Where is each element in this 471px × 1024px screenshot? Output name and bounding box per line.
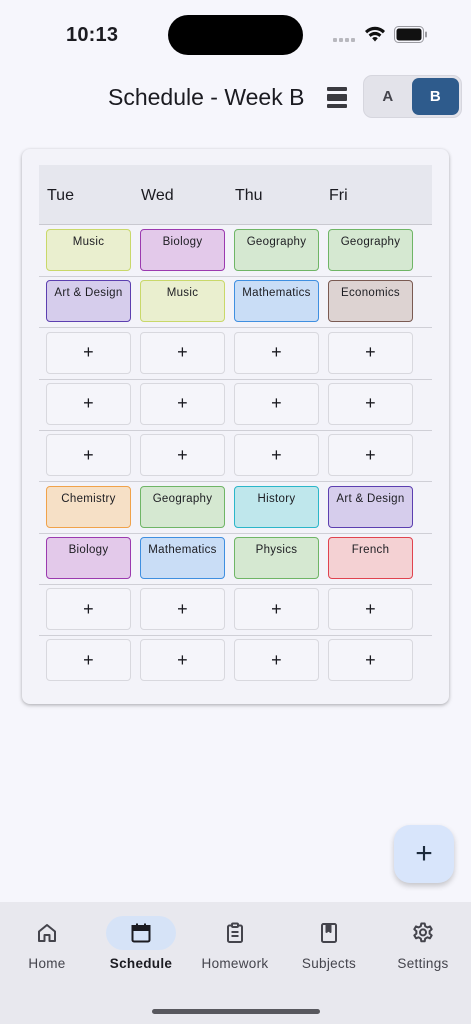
- add-lesson-button[interactable]: +: [328, 331, 413, 374]
- nav-item-schedule[interactable]: Schedule: [94, 902, 188, 992]
- row-divider: [39, 532, 432, 534]
- row-divider: [39, 378, 432, 380]
- add-lesson-button[interactable]: +: [46, 639, 131, 682]
- lesson-cell[interactable]: Economics: [328, 280, 413, 323]
- bottom-navigation: Home Schedule Homework Subjects Settings: [0, 902, 471, 1024]
- add-lesson-button[interactable]: +: [46, 382, 131, 425]
- add-lesson-button[interactable]: +: [140, 382, 225, 425]
- add-lesson-button[interactable]: +: [328, 434, 413, 477]
- row-divider: [39, 481, 432, 483]
- nav-label-home: Home: [28, 956, 66, 971]
- lesson-cell[interactable]: Art & Design: [328, 485, 413, 528]
- add-lesson-button[interactable]: +: [234, 331, 319, 374]
- gear-icon: [413, 922, 433, 943]
- column-header-tue: Tue: [47, 187, 74, 204]
- add-lesson-button[interactable]: +: [46, 331, 131, 374]
- week-selector[interactable]: A B: [363, 75, 462, 118]
- row-divider: [39, 327, 432, 329]
- add-lesson-button[interactable]: +: [46, 588, 131, 631]
- row-divider: [39, 276, 432, 277]
- week-b-button[interactable]: B: [411, 78, 459, 115]
- lesson-cell[interactable]: History: [234, 485, 319, 528]
- nav-item-homework[interactable]: Homework: [188, 902, 282, 992]
- nav-label-settings: Settings: [397, 956, 449, 971]
- nav-item-home[interactable]: Home: [0, 902, 94, 992]
- add-lesson-button[interactable]: +: [234, 382, 319, 425]
- lesson-cell[interactable]: Biology: [140, 229, 225, 271]
- add-lesson-button[interactable]: +: [328, 382, 413, 425]
- add-lesson-button[interactable]: +: [234, 434, 319, 477]
- lesson-cell[interactable]: French: [328, 536, 413, 579]
- add-lesson-button[interactable]: +: [46, 434, 131, 477]
- row-divider: [39, 635, 432, 637]
- home-indicator: [152, 1009, 320, 1014]
- calendar-icon: [131, 923, 151, 943]
- add-lesson-button[interactable]: +: [328, 588, 413, 631]
- lesson-cell[interactable]: Music: [46, 229, 131, 271]
- lesson-cell[interactable]: Art & Design: [46, 280, 131, 323]
- week-a-button[interactable]: A: [364, 76, 412, 117]
- add-lesson-button[interactable]: +: [328, 639, 413, 682]
- nav-label-homework: Homework: [201, 956, 269, 971]
- nav-item-settings[interactable]: Settings: [376, 902, 470, 992]
- lesson-cell[interactable]: Mathematics: [140, 536, 225, 579]
- clipboard-icon: [227, 922, 243, 943]
- battery-icon: [394, 26, 427, 43]
- lesson-cell[interactable]: Geography: [328, 229, 413, 271]
- row-divider: [39, 583, 432, 585]
- lesson-cell[interactable]: Mathematics: [234, 280, 319, 323]
- lesson-cell[interactable]: Geography: [140, 485, 225, 528]
- lesson-cell[interactable]: Chemistry: [46, 485, 131, 528]
- add-lesson-button[interactable]: +: [140, 434, 225, 477]
- book-icon: [321, 923, 337, 943]
- nav-label-schedule: Schedule: [109, 956, 173, 971]
- nav-item-subjects[interactable]: Subjects: [282, 902, 376, 992]
- lesson-cell[interactable]: Biology: [46, 536, 131, 579]
- schedule-card: Tue Wed Thu Fri Music Biology Geography Geo…: [22, 149, 449, 704]
- column-header-wed: Wed: [141, 187, 174, 204]
- add-lesson-button[interactable]: +: [234, 639, 319, 682]
- view-mode-icon[interactable]: [326, 85, 348, 109]
- add-lesson-button[interactable]: +: [140, 588, 225, 631]
- column-header-thu: Thu: [235, 187, 263, 204]
- add-lesson-button[interactable]: +: [234, 588, 319, 631]
- nav-label-subjects: Subjects: [301, 956, 357, 971]
- column-header-fri: Fri: [329, 187, 348, 204]
- home-icon: [38, 924, 56, 942]
- lesson-cell[interactable]: Physics: [234, 536, 319, 579]
- add-lesson-button[interactable]: +: [140, 331, 225, 374]
- status-time: 10:13: [66, 24, 119, 46]
- row-divider: [39, 429, 432, 431]
- lesson-cell[interactable]: Music: [140, 280, 225, 323]
- add-fab-button[interactable]: +: [394, 825, 454, 883]
- lesson-cell[interactable]: Geography: [234, 229, 319, 271]
- page-title: Schedule - Week B: [108, 84, 305, 110]
- wifi-icon: [365, 26, 385, 42]
- dynamic-island: [168, 15, 303, 55]
- cellular-signal-icon: [333, 38, 355, 42]
- add-lesson-button[interactable]: +: [140, 639, 225, 682]
